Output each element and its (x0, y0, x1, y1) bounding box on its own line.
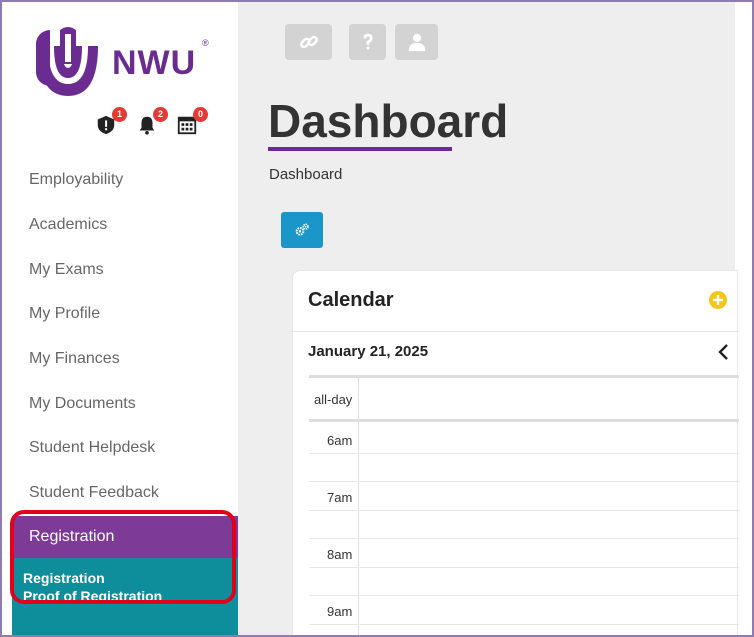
profile-button[interactable] (395, 24, 438, 60)
brand-name: NWU (112, 44, 197, 82)
sidebar-item-employability[interactable]: Employability (2, 158, 238, 203)
time-slot[interactable] (309, 596, 739, 625)
link-button[interactable] (285, 24, 332, 60)
sidebar-item-my-profile[interactable]: My Profile (2, 292, 238, 337)
time-label-6am: 6am (327, 433, 353, 448)
app-window: NWU ® 1 2 0 Employability Academics My E… (0, 0, 754, 637)
bell-count-badge: 2 (153, 107, 168, 122)
time-slot[interactable] (309, 425, 739, 454)
allday-label: all-day (314, 392, 353, 407)
time-slot[interactable] (309, 539, 739, 568)
calendar-notification[interactable]: 0 (176, 107, 208, 138)
sidebar-item-my-exams[interactable]: My Exams (2, 247, 238, 292)
sidebar-nav: Employability Academics My Exams My Prof… (2, 158, 238, 516)
breadcrumb[interactable]: Dashboard (269, 166, 342, 183)
user-icon (408, 33, 425, 52)
time-slot[interactable] (309, 568, 739, 596)
calendar-title: Calendar (308, 289, 394, 311)
sidebar: NWU ® 1 2 0 Employability Academics My E… (2, 2, 238, 635)
alerts-notification[interactable]: 1 (95, 107, 127, 138)
bell-notification[interactable]: 2 (136, 107, 168, 138)
calendar-count-badge: 0 (193, 107, 208, 122)
page-title-underline (268, 147, 452, 151)
time-label-7am: 7am (327, 490, 353, 505)
link-icon (299, 35, 318, 49)
chevron-left-icon[interactable] (717, 343, 731, 361)
time-label-8am: 8am (327, 547, 353, 562)
calendar-card: Calendar January 21, 2025 all-day 6am 7a… (292, 270, 739, 635)
calendar-day-grid: all-day 6am 7am 8am 9am (309, 375, 739, 635)
dashboard-settings-button[interactable] (281, 212, 323, 248)
time-slot[interactable] (309, 454, 739, 482)
alerts-count-badge: 1 (112, 107, 127, 122)
registration-highlight-box (10, 510, 236, 604)
page-title: Dashboard (268, 95, 509, 147)
nwu-logo-mark (36, 27, 98, 96)
registered-mark: ® (202, 38, 209, 48)
add-event-icon[interactable] (708, 290, 728, 310)
sidebar-item-student-feedback[interactable]: Student Feedback (2, 471, 238, 516)
nwu-logo[interactable]: NWU ® (30, 22, 220, 102)
time-label-9am: 9am (327, 604, 353, 619)
sidebar-item-my-documents[interactable]: My Documents (2, 381, 238, 426)
help-button[interactable] (349, 24, 386, 60)
sidebar-item-my-finances[interactable]: My Finances (2, 337, 238, 382)
question-icon (362, 33, 373, 50)
allday-row[interactable]: all-day (309, 378, 739, 422)
calendar-divider (293, 331, 739, 332)
time-slot[interactable] (309, 482, 739, 511)
calendar-current-date: January 21, 2025 (308, 343, 429, 360)
time-slot[interactable] (309, 511, 739, 539)
sidebar-item-student-helpdesk[interactable]: Student Helpdesk (2, 426, 238, 471)
sidebar-item-academics[interactable]: Academics (2, 203, 238, 248)
gears-icon (295, 223, 309, 236)
